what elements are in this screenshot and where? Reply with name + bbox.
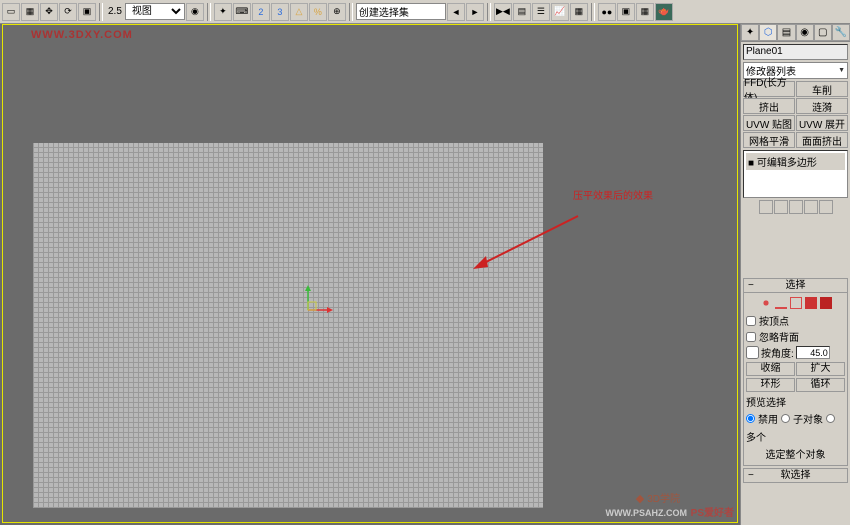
tool-selection-next-icon[interactable]: ► [466, 3, 484, 21]
tool-keyboard-icon[interactable]: ⌨ [233, 3, 251, 21]
tool-window-cross-icon[interactable]: ▦ [21, 3, 39, 21]
tool-percent-snap-icon[interactable]: % [309, 3, 327, 21]
border-mode-icon[interactable] [790, 297, 802, 309]
extrude-button[interactable]: 挤出 [743, 98, 795, 114]
lathe-button[interactable]: 车削 [796, 81, 848, 97]
by-vertex-label: 按顶点 [759, 313, 789, 328]
grow-button[interactable]: 扩大 [796, 362, 845, 376]
ffd-button[interactable]: FFD(长方体) [743, 81, 795, 97]
tool-schematic-icon[interactable]: ▦ [570, 3, 588, 21]
tool-snap-3d-icon[interactable]: 3 [271, 3, 289, 21]
show-end-result-icon[interactable] [774, 200, 788, 214]
tool-rotate-icon[interactable]: ⟳ [59, 3, 77, 21]
configure-sets-icon[interactable] [819, 200, 833, 214]
stack-item[interactable]: ■ 可编辑多边形 [746, 153, 845, 170]
tab-modify-icon[interactable]: ⬡ [759, 24, 777, 41]
subobject-icons [746, 297, 845, 309]
polygon-mode-icon[interactable] [805, 297, 817, 309]
tool-selection-prev-icon[interactable]: ◄ [447, 3, 465, 21]
edge-mode-icon[interactable] [775, 297, 787, 309]
main-toolbar: ▭ ▦ ✥ ⟳ ▣ 2.5 视图 ◉ ✦ ⌨ 2 3 △ % ⊕ ◄ ► ▶◀ … [0, 0, 850, 24]
whole-object-label: 选定整个对象 [746, 446, 845, 461]
tool-scale-icon[interactable]: ▣ [78, 3, 96, 21]
by-angle-label: 按角度: [761, 345, 794, 360]
toolbar-separator [591, 3, 595, 21]
tool-render-setup-icon[interactable]: ▣ [617, 3, 635, 21]
element-mode-icon[interactable] [820, 297, 832, 309]
watermark-top: WWW.3DXY.COM [31, 29, 133, 41]
by-vertex-checkbox[interactable] [746, 316, 756, 326]
toolbar-separator [99, 3, 103, 21]
scale-value-label: 2.5 [108, 6, 122, 17]
uvw-unwrap-button[interactable]: UVW 展开 [796, 115, 848, 131]
face-extrude-button[interactable]: 面面挤出 [796, 132, 848, 148]
tool-curve-editor-icon[interactable]: 📈 [551, 3, 569, 21]
remove-modifier-icon[interactable] [804, 200, 818, 214]
preview-multi-radio[interactable] [826, 414, 835, 423]
active-viewport[interactable]: WWW.3DXY.COM 压平效果后的效果 [2, 24, 738, 523]
meshsmooth-button[interactable]: 网格平滑 [743, 132, 795, 148]
tool-select-region-icon[interactable]: ▭ [2, 3, 20, 21]
tool-render-icon[interactable]: 🫖 [655, 3, 673, 21]
ring-button[interactable]: 环形 [746, 378, 795, 392]
angle-spinner[interactable] [796, 346, 830, 359]
tab-display-icon[interactable]: ▢ [814, 24, 832, 41]
tool-manipulate-icon[interactable]: ✦ [214, 3, 232, 21]
make-unique-icon[interactable] [789, 200, 803, 214]
command-panel-tabs: ✦ ⬡ ▤ ◉ ▢ 🔧 [741, 24, 850, 42]
preview-subobj-radio[interactable] [781, 414, 790, 423]
watermark-bottom: WWW.PSAHZ.COM PS爱好者 [606, 504, 734, 519]
plane-object[interactable] [33, 143, 543, 508]
shrink-button[interactable]: 收缩 [746, 362, 795, 376]
tool-move-icon[interactable]: ✥ [40, 3, 58, 21]
tab-motion-icon[interactable]: ◉ [796, 24, 814, 41]
ignore-backfacing-label: 忽略背面 [759, 329, 799, 344]
tool-material-icon[interactable]: ●● [598, 3, 616, 21]
toolbar-separator [487, 3, 491, 21]
watermark-logo: ◆ 3D学院 [636, 490, 680, 505]
named-selection-input[interactable] [356, 3, 446, 20]
object-name-field[interactable]: Plane01 [743, 44, 848, 60]
toolbar-separator [207, 3, 211, 21]
tool-pivot-icon[interactable]: ◉ [186, 3, 204, 21]
tool-layers-icon[interactable]: ☰ [532, 3, 550, 21]
selection-rollout-header[interactable]: 选择 [743, 278, 848, 293]
annotation-label: 压平效果后的效果 [573, 187, 653, 204]
selection-rollout: 按顶点 忽略背面 按角度: 收缩 扩大 环形 循环 预览选择 禁用 子对象 多个… [743, 293, 848, 466]
soft-selection-rollout-header[interactable]: 软选择 [743, 468, 848, 483]
modifier-stack[interactable]: ■ 可编辑多边形 [743, 150, 848, 198]
tab-create-icon[interactable]: ✦ [741, 24, 759, 41]
uvw-map-button[interactable]: UVW 贴图 [743, 115, 795, 131]
tab-hierarchy-icon[interactable]: ▤ [777, 24, 795, 41]
tool-angle-snap-icon[interactable]: △ [290, 3, 308, 21]
modifier-buttons-grid: FFD(长方体) 车削 挤出 涟漪 UVW 贴图 UVW 展开 网格平滑 面面挤… [743, 81, 848, 148]
stack-toolbar [743, 200, 848, 214]
preview-off-radio[interactable] [746, 414, 755, 423]
ignore-backfacing-checkbox[interactable] [746, 332, 756, 342]
toolbar-separator [349, 3, 353, 21]
tool-render-frame-icon[interactable]: ▦ [636, 3, 654, 21]
tool-spinner-snap-icon[interactable]: ⊕ [328, 3, 346, 21]
command-panel: ✦ ⬡ ▤ ◉ ▢ 🔧 Plane01 修改器列表 FFD(长方体) 车削 挤出… [740, 24, 850, 525]
tab-utilities-icon[interactable]: 🔧 [832, 24, 850, 41]
tool-mirror-icon[interactable]: ▶◀ [494, 3, 512, 21]
ripple-button[interactable]: 涟漪 [796, 98, 848, 114]
preview-selection-label: 预览选择 [746, 394, 845, 409]
reference-coord-dropdown[interactable]: 视图 [125, 3, 185, 20]
viewport-area: WWW.3DXY.COM 压平效果后的效果 [0, 24, 740, 525]
pin-stack-icon[interactable] [759, 200, 773, 214]
vertex-mode-icon[interactable] [760, 297, 772, 309]
loop-button[interactable]: 循环 [796, 378, 845, 392]
by-angle-checkbox[interactable] [746, 346, 759, 359]
tool-align-icon[interactable]: ▤ [513, 3, 531, 21]
tool-snap-2d-icon[interactable]: 2 [252, 3, 270, 21]
